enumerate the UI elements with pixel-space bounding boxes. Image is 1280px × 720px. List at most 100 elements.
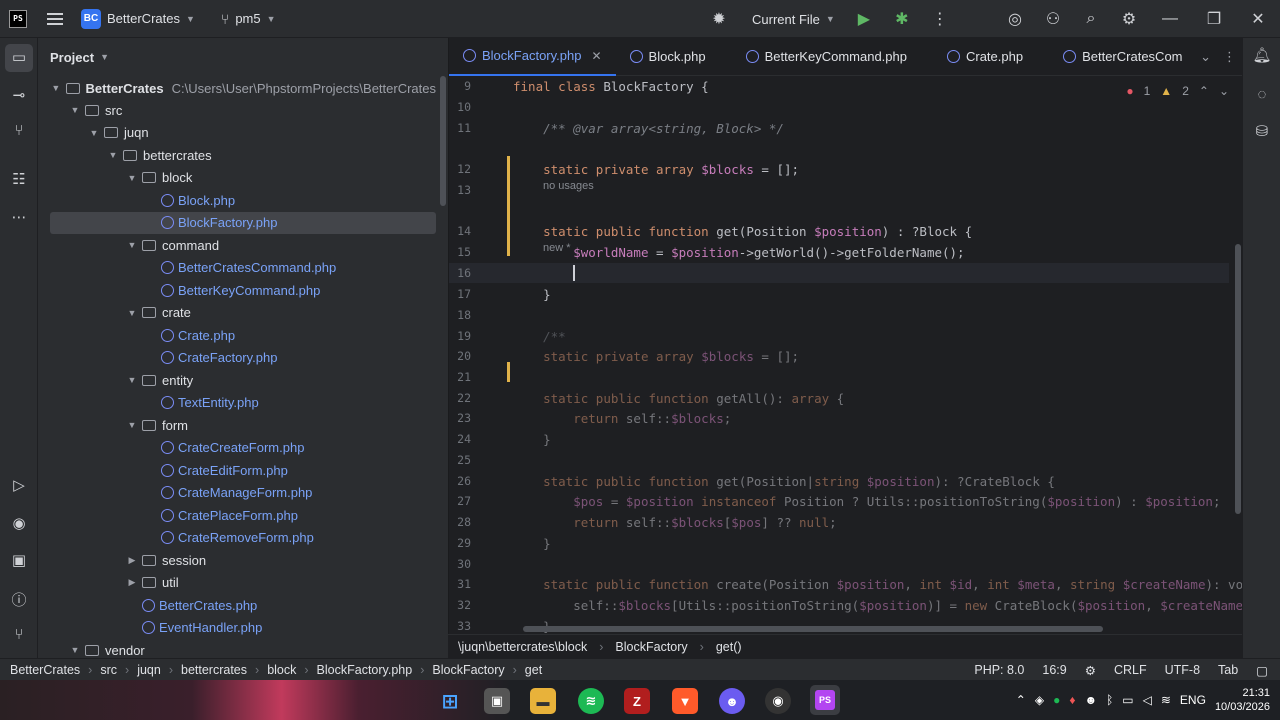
expand-arrow-icon[interactable]: ▼ — [126, 308, 138, 318]
language-indicator[interactable]: ENG — [1180, 693, 1206, 707]
code-line[interactable]: 10 — [449, 97, 1229, 117]
chevron-down-icon[interactable]: ▼ — [267, 14, 276, 24]
structure-icon[interactable]: ☷ — [0, 170, 38, 188]
code-line[interactable]: 9 final class BlockFactory { — [449, 76, 1229, 96]
terminal-icon[interactable]: ▣ — [0, 551, 38, 569]
code-line[interactable]: 17 } — [449, 284, 1229, 304]
microphone-icon[interactable]: ♦ — [1069, 693, 1075, 707]
tree-folder[interactable]: ▼ src — [50, 99, 436, 121]
code-line[interactable]: 24 } — [449, 429, 1229, 449]
close-icon[interactable]: ✕ — [1236, 9, 1280, 29]
status-crumb[interactable]: get — [525, 663, 542, 677]
code-line[interactable]: 14 static public function get(Position $… — [449, 221, 1229, 241]
tree-file[interactable]: EventHandler.php — [50, 617, 436, 639]
code-area[interactable]: ● 1 ▲ 2 ⌃ ⌄ 9 final class BlockFactory {1… — [449, 76, 1242, 634]
tab-crate[interactable]: Crate.php — [921, 38, 1037, 76]
code-line[interactable]: 23 return self::$blocks; — [449, 408, 1229, 428]
line-ending[interactable]: CRLF — [1114, 663, 1147, 677]
task-view-icon[interactable]: ▣ — [484, 688, 510, 714]
tab-more-icon[interactable]: ⋮ — [1223, 49, 1236, 65]
windows-start-icon[interactable]: ⊞ — [437, 688, 463, 714]
tab-betterkeycommand[interactable]: BetterKeyCommand.php — [720, 38, 921, 76]
expand-arrow-icon[interactable]: ▼ — [50, 83, 62, 93]
tab-list-chevron-icon[interactable]: ⌄ — [1200, 49, 1211, 65]
code-line[interactable]: 31 static public function create(Positio… — [449, 574, 1242, 594]
project-panel-title[interactable]: Project — [50, 50, 94, 65]
editor-horizontal-scrollbar[interactable] — [523, 626, 1103, 632]
brave-icon[interactable]: ▼ — [672, 688, 698, 714]
tree-file[interactable]: CratePlaceForm.php — [50, 504, 436, 526]
lock-icon[interactable]: ▢ — [1256, 663, 1268, 678]
spotify-tray-icon[interactable]: ● — [1053, 693, 1060, 707]
branch-name[interactable]: pm5 — [235, 11, 260, 26]
usages-hint[interactable]: no usages — [543, 180, 594, 196]
more-actions-icon[interactable]: ⋮ — [921, 9, 959, 29]
tree-folder[interactable]: ▼ block — [50, 167, 436, 189]
tree-root[interactable]: ▼ BetterCrates C:\Users\User\PhpstormPro… — [50, 77, 436, 99]
tree-folder[interactable]: ▼ crate — [50, 302, 436, 324]
chevron-up-icon[interactable]: ⌃ — [1016, 693, 1026, 707]
breadcrumb-method[interactable]: get() — [716, 640, 742, 654]
tree-folder[interactable]: ▼ entity — [50, 369, 436, 391]
chevron-down-icon[interactable]: ▼ — [826, 14, 835, 24]
project-name[interactable]: BetterCrates — [107, 11, 180, 26]
commit-icon[interactable]: ⊸ — [0, 86, 38, 104]
debug-listen-icon[interactable]: ✹ — [700, 9, 738, 29]
tree-file[interactable]: BlockFactory.php — [50, 211, 436, 234]
minimize-icon[interactable]: — — [1148, 10, 1192, 28]
code-line[interactable]: 16 — [449, 263, 1229, 283]
expand-arrow-icon[interactable]: ▶ — [126, 577, 138, 588]
tree-file[interactable]: Crate.php — [50, 324, 436, 346]
tab-block[interactable]: Block.php — [616, 38, 720, 76]
indent-style[interactable]: Tab — [1218, 663, 1238, 677]
branch-icon[interactable]: ⑂ — [221, 11, 229, 27]
code-line[interactable]: 19 /** — [449, 326, 1229, 346]
tree-folder[interactable]: ▼ vendor — [50, 639, 436, 658]
shield-icon[interactable]: ◈ — [1035, 693, 1044, 707]
code-line[interactable]: 12 static private array $blocks = []; — [449, 159, 1229, 179]
editor-vertical-scrollbar[interactable] — [1235, 244, 1241, 514]
problems-icon[interactable]: ⓘ — [0, 589, 38, 610]
tree-file[interactable]: BetterCrates.php — [50, 594, 436, 616]
main-menu-icon[interactable] — [47, 12, 63, 25]
tree-file[interactable]: CrateManageForm.php — [50, 482, 436, 504]
tree-folder[interactable]: ▶ util — [50, 572, 436, 594]
database-icon[interactable]: ⛁ — [1243, 122, 1280, 140]
status-crumb[interactable]: block — [267, 663, 296, 677]
ai-chat-icon[interactable]: ◌ — [1243, 86, 1280, 103]
project-folder-icon[interactable]: ▭ — [5, 44, 33, 72]
phpstorm-logo-icon[interactable]: PS — [9, 9, 27, 28]
tree-file[interactable]: TextEntity.php — [50, 392, 436, 414]
code-line[interactable]: 32 self::$blocks[Utils::positionToString… — [449, 595, 1242, 615]
expand-arrow-icon[interactable]: ▼ — [69, 645, 81, 655]
tree-folder[interactable]: ▼ form — [50, 414, 436, 436]
discord-tray-icon[interactable]: ☻ — [1084, 693, 1097, 707]
code-line[interactable]: 26 static public function get(Position|s… — [449, 471, 1229, 491]
expand-arrow-icon[interactable]: ▼ — [126, 375, 138, 385]
code-with-me-icon[interactable]: ⚇ — [1034, 9, 1072, 29]
pull-requests-icon[interactable]: ⑂ — [0, 122, 38, 139]
run-tool-icon[interactable]: ▷ — [0, 476, 38, 494]
tree-file[interactable]: Block.php — [50, 189, 436, 211]
tree-folder[interactable]: ▼ bettercrates — [50, 144, 436, 166]
phpstorm-taskbar-icon[interactable]: PS — [810, 685, 840, 715]
expand-arrow-icon[interactable]: ▼ — [126, 240, 138, 250]
search-icon[interactable]: ⌕ — [1072, 10, 1110, 28]
tab-blockfactory[interactable]: BlockFactory.php ✕ — [449, 38, 616, 76]
expand-arrow-icon[interactable]: ▼ — [126, 420, 138, 430]
tree-file[interactable]: CrateFactory.php — [50, 347, 436, 369]
breadcrumb-class[interactable]: BlockFactory — [615, 640, 687, 654]
php-version[interactable]: PHP: 8.0 — [974, 663, 1024, 677]
expand-arrow-icon[interactable]: ▼ — [69, 105, 81, 115]
volume-icon[interactable]: ◁ — [1143, 693, 1152, 707]
debug-icon[interactable]: ✱ — [883, 9, 921, 29]
bluetooth-icon[interactable]: ᛒ — [1106, 693, 1113, 707]
project-scrollbar[interactable] — [440, 76, 446, 206]
run-icon[interactable]: ▶ — [845, 9, 883, 29]
tree-folder[interactable]: ▶ session — [50, 549, 436, 571]
status-crumb[interactable]: BetterCrates — [10, 663, 80, 677]
obs-icon[interactable]: ◉ — [765, 688, 791, 714]
notifications-icon[interactable]: 🔔︎ — [1243, 46, 1280, 64]
cursor-position[interactable]: 16:9 — [1042, 663, 1066, 677]
chevron-down-icon[interactable]: ▼ — [186, 14, 195, 24]
